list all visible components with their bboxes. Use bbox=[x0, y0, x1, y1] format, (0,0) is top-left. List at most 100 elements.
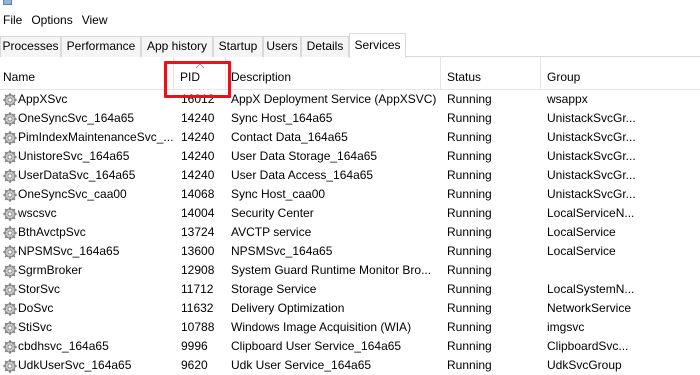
gear-icon bbox=[3, 131, 17, 145]
column-header-description[interactable]: Description bbox=[226, 57, 441, 90]
service-status: Running bbox=[447, 358, 492, 372]
menu-view[interactable]: View bbox=[79, 10, 114, 30]
tab-details[interactable]: Details bbox=[301, 36, 349, 57]
service-description: System Guard Runtime Monitor Bro... bbox=[231, 263, 432, 277]
service-group: NetworkService bbox=[547, 301, 632, 315]
service-description: AppX Deployment Service (AppXSVC) bbox=[231, 92, 437, 106]
column-header-label: Group bbox=[547, 70, 581, 84]
service-name: PimIndexMaintenanceSvc_... bbox=[18, 130, 174, 144]
service-group: LocalService bbox=[547, 225, 616, 239]
menu-bar: File Options View bbox=[0, 10, 114, 30]
service-pid: 14240 bbox=[181, 168, 215, 182]
table-row[interactable]: AppXSvc 16012 AppX Deployment Service (App… bbox=[0, 90, 700, 109]
column-header-group[interactable]: Group bbox=[541, 57, 700, 90]
table-header: Name PID Description Status Group bbox=[0, 57, 700, 90]
service-description: Storage Service bbox=[231, 282, 317, 296]
column-header-label: Description bbox=[231, 70, 292, 84]
service-group: UnistackSvcGr... bbox=[547, 111, 636, 125]
service-group: UdkSvcGroup bbox=[547, 358, 622, 372]
service-pid: 10788 bbox=[181, 320, 215, 334]
service-status: Running bbox=[447, 187, 492, 201]
column-header-label: PID bbox=[180, 70, 201, 84]
service-name: NPSMSvc_164a65 bbox=[18, 244, 120, 258]
title-bar bbox=[0, 0, 700, 8]
service-status: Running bbox=[447, 92, 492, 106]
gear-icon bbox=[3, 264, 17, 278]
service-pid: 14068 bbox=[181, 187, 215, 201]
service-group: LocalService bbox=[547, 244, 616, 258]
gear-icon bbox=[3, 150, 17, 164]
service-name: cbdhsvc_164a65 bbox=[18, 339, 109, 353]
column-header-name[interactable]: Name bbox=[0, 57, 174, 90]
gear-icon bbox=[3, 112, 17, 126]
service-status: Running bbox=[447, 130, 492, 144]
tab-app-history[interactable]: App history bbox=[141, 36, 213, 57]
service-group: ClipboardSvc... bbox=[547, 339, 629, 353]
service-group: UnistackSvcGr... bbox=[547, 168, 636, 182]
table-row[interactable]: OneSyncSvc_164a65 14240 Sync Host_164a65 Ru… bbox=[0, 109, 700, 128]
service-description: Security Center bbox=[231, 206, 314, 220]
tab-users[interactable]: Users bbox=[263, 36, 301, 57]
tab-startup[interactable]: Startup bbox=[213, 36, 263, 57]
gear-icon bbox=[3, 188, 17, 202]
table-row[interactable]: OneSyncSvc_caa00 14068 Sync Host_caa00 Runn… bbox=[0, 185, 700, 204]
table-row[interactable]: UnistoreSvc_164a65 14240 User Data Storage… bbox=[0, 147, 700, 166]
service-pid: 11712 bbox=[181, 282, 214, 296]
service-pid: 11632 bbox=[181, 301, 214, 315]
service-description: Contact Data_164a65 bbox=[231, 130, 348, 144]
chevron-up-icon bbox=[195, 63, 205, 69]
service-status: Running bbox=[447, 301, 492, 315]
service-status: Running bbox=[447, 320, 492, 334]
gear-icon bbox=[3, 226, 17, 240]
service-description: Udk User Service_164a65 bbox=[231, 358, 372, 372]
service-description: User Data Access_164a65 bbox=[231, 168, 374, 182]
table-row[interactable]: cbdhsvc_164a65 9996 Clipboard User Service… bbox=[0, 337, 700, 356]
menu-file[interactable]: File bbox=[0, 10, 28, 30]
service-description: Sync Host_caa00 bbox=[231, 187, 326, 201]
tab-services[interactable]: Services bbox=[349, 33, 406, 58]
table-row[interactable]: NPSMSvc_164a65 13600 NPSMSvc_164a65 Running… bbox=[0, 242, 700, 261]
service-description: AVCTP service bbox=[231, 225, 312, 239]
service-pid: 14240 bbox=[181, 149, 215, 163]
service-pid: 14240 bbox=[181, 111, 215, 125]
service-name: UserDataSvc_164a65 bbox=[18, 168, 136, 182]
menu-options[interactable]: Options bbox=[28, 10, 78, 30]
service-description: User Data Storage_164a65 bbox=[231, 149, 378, 163]
gear-icon bbox=[3, 207, 17, 221]
service-status: Running bbox=[447, 244, 492, 258]
table-row[interactable]: BthAvctpSvc 13724 AVCTP service Running Loca… bbox=[0, 223, 700, 242]
service-description: Delivery Optimization bbox=[231, 301, 345, 315]
service-name: StiSvc bbox=[18, 320, 53, 334]
tab-processes[interactable]: Processes bbox=[0, 36, 61, 57]
tab-bar: Processes Performance App history Startu… bbox=[0, 33, 700, 58]
table-row[interactable]: SgrmBroker 12908 System Guard Runtime Moni… bbox=[0, 261, 700, 280]
table-row[interactable]: UserDataSvc_164a65 14240 User Data Access_… bbox=[0, 166, 700, 185]
table-body: AppXSvc 16012 AppX Deployment Service (App… bbox=[0, 90, 700, 375]
service-group: UnistackSvcGr... bbox=[547, 149, 636, 163]
service-group: wsappx bbox=[547, 92, 588, 106]
column-header-pid[interactable]: PID bbox=[174, 57, 226, 90]
table-row[interactable]: PimIndexMaintenanceSvc_... 14240 Contact D… bbox=[0, 128, 700, 147]
table-row[interactable]: StorSvc 11712 Storage Service Running LocalS… bbox=[0, 280, 700, 299]
gear-icon bbox=[3, 359, 17, 373]
service-name: AppXSvc bbox=[18, 92, 68, 106]
table-row[interactable]: wscsvc 14004 Security Center Running LocalSe… bbox=[0, 204, 700, 223]
table-row[interactable]: DoSvc 11632 Delivery Optimization Running Ne… bbox=[0, 299, 700, 318]
service-description: NPSMSvc_164a65 bbox=[231, 244, 333, 258]
service-pid: 14004 bbox=[181, 206, 215, 220]
gear-icon bbox=[3, 245, 17, 259]
service-group: UnistackSvcGr... bbox=[547, 130, 636, 144]
service-description: Clipboard User Service_164a65 bbox=[231, 339, 402, 353]
service-pid: 13600 bbox=[181, 244, 215, 258]
task-manager-icon bbox=[3, 0, 12, 5]
service-description: Windows Image Acquisition (WIA) bbox=[231, 320, 412, 334]
table-row[interactable]: UdkUserSvc_164a65 9620 Udk User Service_16… bbox=[0, 356, 700, 375]
service-pid: 9996 bbox=[181, 339, 208, 353]
gear-icon bbox=[3, 340, 17, 354]
service-group: imgsvc bbox=[547, 320, 585, 334]
table-row[interactable]: StiSvc 10788 Windows Image Acquisition (WI… bbox=[0, 318, 700, 337]
service-description: Sync Host_164a65 bbox=[231, 111, 333, 125]
column-header-status[interactable]: Status bbox=[441, 57, 541, 90]
gear-icon bbox=[3, 93, 17, 107]
tab-performance[interactable]: Performance bbox=[61, 36, 141, 57]
